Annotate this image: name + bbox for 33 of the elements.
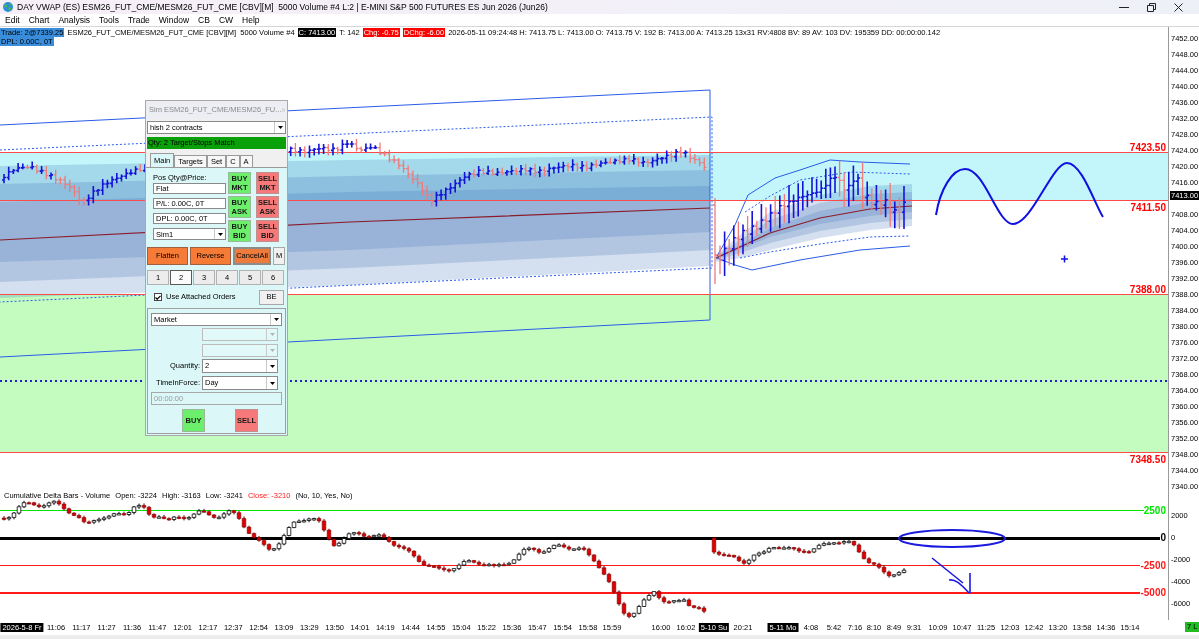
caret-down-icon: [269, 364, 275, 368]
menu-item[interactable]: Analysis: [58, 14, 91, 26]
plus-marker-icon: [1060, 254, 1069, 264]
menu-item[interactable]: Trade: [127, 14, 150, 26]
level-label: -2500: [1140, 559, 1166, 572]
checkmark-icon: [155, 294, 161, 300]
level-label: 2500: [1143, 504, 1166, 517]
hand-drawn-arrow: [931, 557, 971, 594]
menu-item[interactable]: Help: [242, 14, 260, 26]
restore-icon[interactable]: [1147, 2, 1156, 12]
level-label: 7411.50: [1130, 201, 1166, 213]
caret-down-icon: [273, 318, 279, 321]
menu-item[interactable]: CW: [218, 14, 234, 26]
caret-down-icon: [269, 333, 275, 336]
caret-down-icon: [217, 232, 223, 236]
checkbox[interactable]: [154, 293, 162, 301]
caret-down-icon: [269, 381, 275, 385]
menu-item[interactable]: Edit: [5, 14, 20, 26]
caret-down-icon: [277, 126, 283, 129]
menu-item[interactable]: Tools: [99, 14, 119, 26]
menu-item[interactable]: Chart: [28, 14, 50, 26]
level-label: 7388.00: [1129, 283, 1166, 295]
level-label: -5000: [1140, 587, 1166, 599]
level-label: 7348.50: [1129, 453, 1166, 465]
level-label: 7423.50: [1129, 141, 1166, 153]
close-icon[interactable]: [1174, 2, 1183, 12]
menu-item[interactable]: Window: [158, 14, 190, 26]
globe-icon: [3, 2, 13, 12]
window-title: DAY VWAP (ES) ESM26_FUT_CME/MESM26_FUT_CME [CBV][M] 5000 Volume #4 L:2 | E-MINI S&P 500 FUTURES ES Jun 2026 (Jun26): [17, 1, 548, 13]
caret-down-icon: [269, 349, 275, 352]
level-label: 0: [1160, 532, 1166, 544]
menu-item[interactable]: CB: [198, 14, 210, 26]
minimize-icon[interactable]: [1119, 6, 1129, 8]
